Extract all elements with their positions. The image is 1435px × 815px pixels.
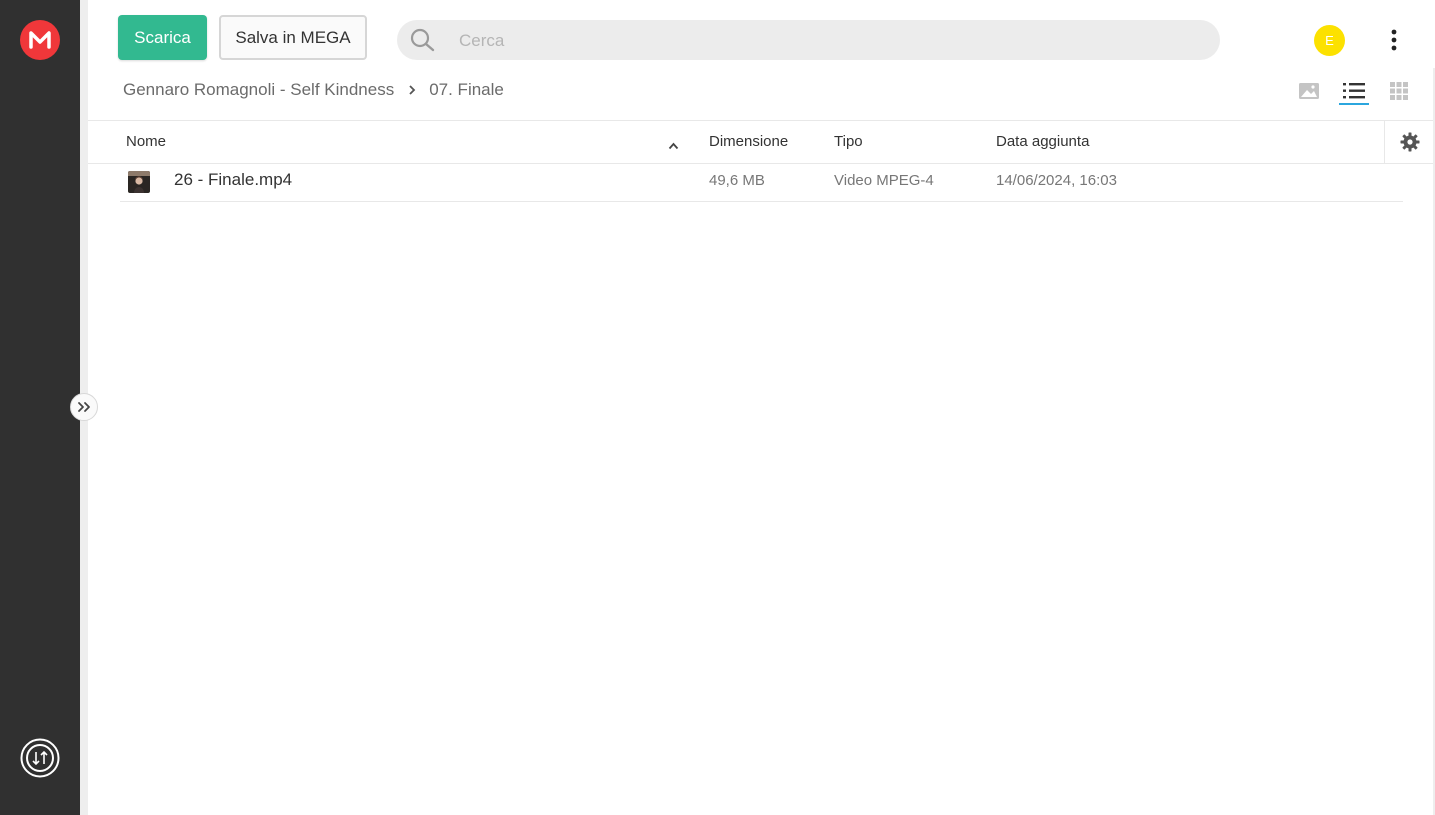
list-view-button[interactable]: [1342, 79, 1366, 103]
grid-icon: [1390, 82, 1408, 100]
table-header: Nome Dimensione Tipo Data aggiunta: [88, 120, 1433, 164]
column-header-type[interactable]: Tipo: [834, 133, 863, 150]
column-header-name[interactable]: Nome: [126, 133, 166, 150]
table-row[interactable]: 26 - Finale.mp4 49,6 MB Video MPEG-4 14/…: [120, 162, 1403, 202]
breadcrumb-current[interactable]: 07. Finale: [429, 80, 504, 100]
list-icon: [1343, 83, 1365, 99]
search-icon: [410, 28, 436, 57]
file-date: 14/06/2024, 16:03: [996, 172, 1117, 189]
transfers-icon[interactable]: [20, 738, 60, 778]
left-sidebar: [0, 0, 80, 815]
search-bar: [397, 20, 1220, 62]
grid-view-button[interactable]: [1387, 79, 1411, 103]
file-type: Video MPEG-4: [834, 172, 934, 189]
chevron-right-icon: [408, 84, 416, 96]
image-icon: [1299, 83, 1319, 99]
column-settings-button[interactable]: [1384, 121, 1434, 163]
media-view-button[interactable]: [1297, 79, 1321, 103]
column-header-size[interactable]: Dimensione: [709, 133, 788, 150]
chevron-up-icon[interactable]: [668, 137, 679, 154]
breadcrumb-parent[interactable]: Gennaro Romagnoli - Self Kindness: [123, 80, 394, 100]
video-thumbnail-icon: [128, 171, 150, 193]
mega-logo-icon[interactable]: [20, 20, 60, 60]
download-button[interactable]: Scarica: [118, 15, 207, 60]
double-chevron-right-icon: [78, 402, 90, 412]
column-header-date[interactable]: Data aggiunta: [996, 133, 1089, 150]
search-input[interactable]: [457, 20, 1201, 62]
active-view-indicator: [1339, 103, 1369, 105]
gear-icon: [1400, 132, 1419, 152]
file-size: 49,6 MB: [709, 172, 765, 189]
kebab-menu-icon[interactable]: [1384, 27, 1404, 53]
expand-sidebar-button[interactable]: [70, 393, 98, 421]
save-to-mega-button[interactable]: Salva in MEGA: [219, 15, 367, 60]
file-name: 26 - Finale.mp4: [174, 170, 293, 189]
breadcrumb: Gennaro Romagnoli - Self Kindness 07. Fi…: [123, 78, 504, 102]
avatar[interactable]: E: [1314, 25, 1345, 56]
